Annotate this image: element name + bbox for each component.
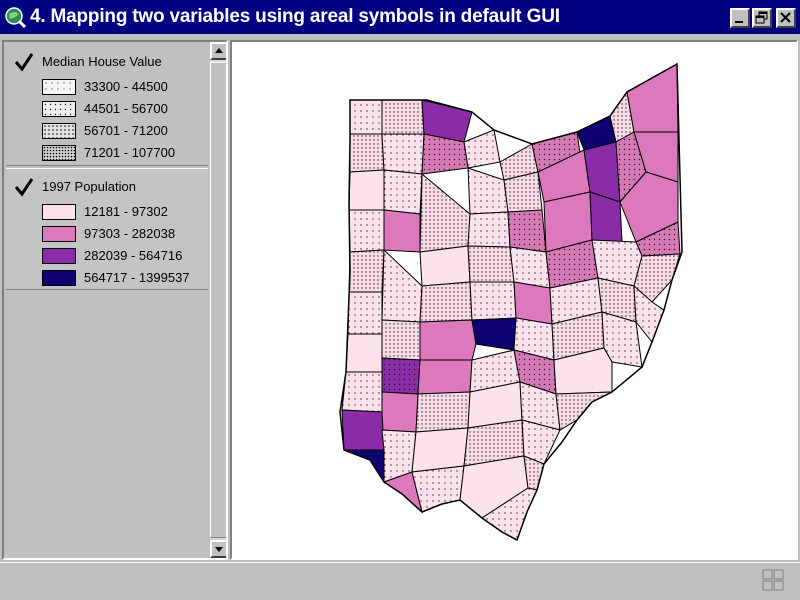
layer-visible-checkbox[interactable] [14,177,34,197]
county-polygon[interactable] [348,249,385,293]
layer-1997-population[interactable]: 1997 Population 12181 - 97302 97303 - 28… [6,168,208,290]
county-polygon[interactable] [349,99,383,135]
legend-swatch [42,123,76,139]
county-polygon[interactable] [381,357,421,395]
minimize-icon [735,21,743,23]
scroll-up-button[interactable] [210,42,226,60]
county-polygons[interactable] [341,63,681,541]
county-polygon[interactable] [419,172,471,253]
county-polygon[interactable] [513,281,553,325]
window-title: 4. Mapping two variables using areal sym… [30,6,560,27]
county-polygon[interactable] [419,319,477,361]
legend-class: 33300 - 44500 [42,78,212,96]
county-polygon[interactable] [348,209,385,253]
legend-class: 44501 - 56700 [42,100,212,118]
legend-swatch [42,79,76,95]
legend-swatch [42,226,76,242]
ohio-county-map[interactable] [232,42,796,558]
legend-class: 12181 - 97302 [42,203,212,221]
layer-median-house-value[interactable]: Median House Value 33300 - 44500 44501 -… [6,44,208,166]
close-button[interactable] [776,8,796,28]
county-polygon[interactable] [345,333,383,373]
legend-label: 44501 - 56700 [84,101,168,116]
county-polygon[interactable] [381,99,425,135]
county-polygon[interactable] [381,391,419,433]
globe-magnifier-icon[interactable] [4,6,26,28]
county-polygon[interactable] [415,391,471,433]
minimize-button[interactable] [730,8,750,28]
county-polygon[interactable] [469,281,517,321]
legend-class: 71201 - 107700 [42,144,212,162]
layer-name: Median House Value [42,54,162,69]
county-polygon[interactable] [383,209,421,253]
county-polygon[interactable] [381,248,423,323]
resize-grip-icon[interactable] [760,567,786,593]
close-icon [780,12,791,23]
county-polygon[interactable] [341,409,385,451]
county-polygon[interactable] [419,281,473,323]
status-bar [0,562,800,600]
legend-label: 71201 - 107700 [84,145,176,160]
legend-swatch [42,204,76,220]
toc-scrollbar[interactable] [210,42,226,558]
county-polygon[interactable] [467,211,511,248]
title-bar[interactable]: 4. Mapping two variables using areal sym… [0,0,800,36]
legend-class: 97303 - 282038 [42,225,212,243]
county-polygon[interactable] [467,167,509,215]
county-polygon[interactable] [419,245,471,287]
county-polygon[interactable] [347,291,383,335]
county-polygon[interactable] [381,319,421,361]
legend-label: 97303 - 282038 [84,226,176,241]
county-polygon[interactable] [381,133,425,175]
county-polygon[interactable] [463,129,501,169]
arrow-up-icon [215,48,223,53]
layer-visible-checkbox[interactable] [14,52,34,72]
legend-swatch [42,270,76,286]
legend-class: 56701 - 71200 [42,122,212,140]
legend-swatch [42,248,76,264]
county-polygon[interactable] [411,427,469,473]
legend-label: 56701 - 71200 [84,123,168,138]
table-of-contents: Median House Value 33300 - 44500 44501 -… [2,40,228,560]
layer-name: 1997 Population [42,179,136,194]
county-polygon[interactable] [507,209,547,253]
legend-class: 564717 - 1399537 [42,269,212,287]
legend-swatch [42,101,76,117]
county-polygon[interactable] [626,63,679,133]
scroll-thumb[interactable] [210,62,226,538]
legend-class: 282039 - 564716 [42,247,212,265]
county-polygon[interactable] [471,317,517,351]
legend-label: 12181 - 97302 [84,204,168,219]
legend-label: 282039 - 564716 [84,248,183,263]
legend-swatch [42,145,76,161]
scroll-down-button[interactable] [210,540,226,558]
county-polygon[interactable] [417,359,473,395]
county-polygon[interactable] [467,245,515,283]
county-polygon[interactable] [341,371,383,413]
map-display[interactable] [230,40,798,560]
county-polygon[interactable] [343,449,385,484]
legend-label: 33300 - 44500 [84,79,168,94]
legend-label: 564717 - 1399537 [84,270,190,285]
county-polygon[interactable] [348,169,385,211]
county-polygon[interactable] [383,169,423,215]
arrow-down-icon [215,547,223,552]
restore-button[interactable] [752,8,772,28]
county-polygon[interactable] [349,133,385,173]
application-window: 4. Mapping two variables using areal sym… [0,0,800,600]
restore-icon [755,11,768,24]
